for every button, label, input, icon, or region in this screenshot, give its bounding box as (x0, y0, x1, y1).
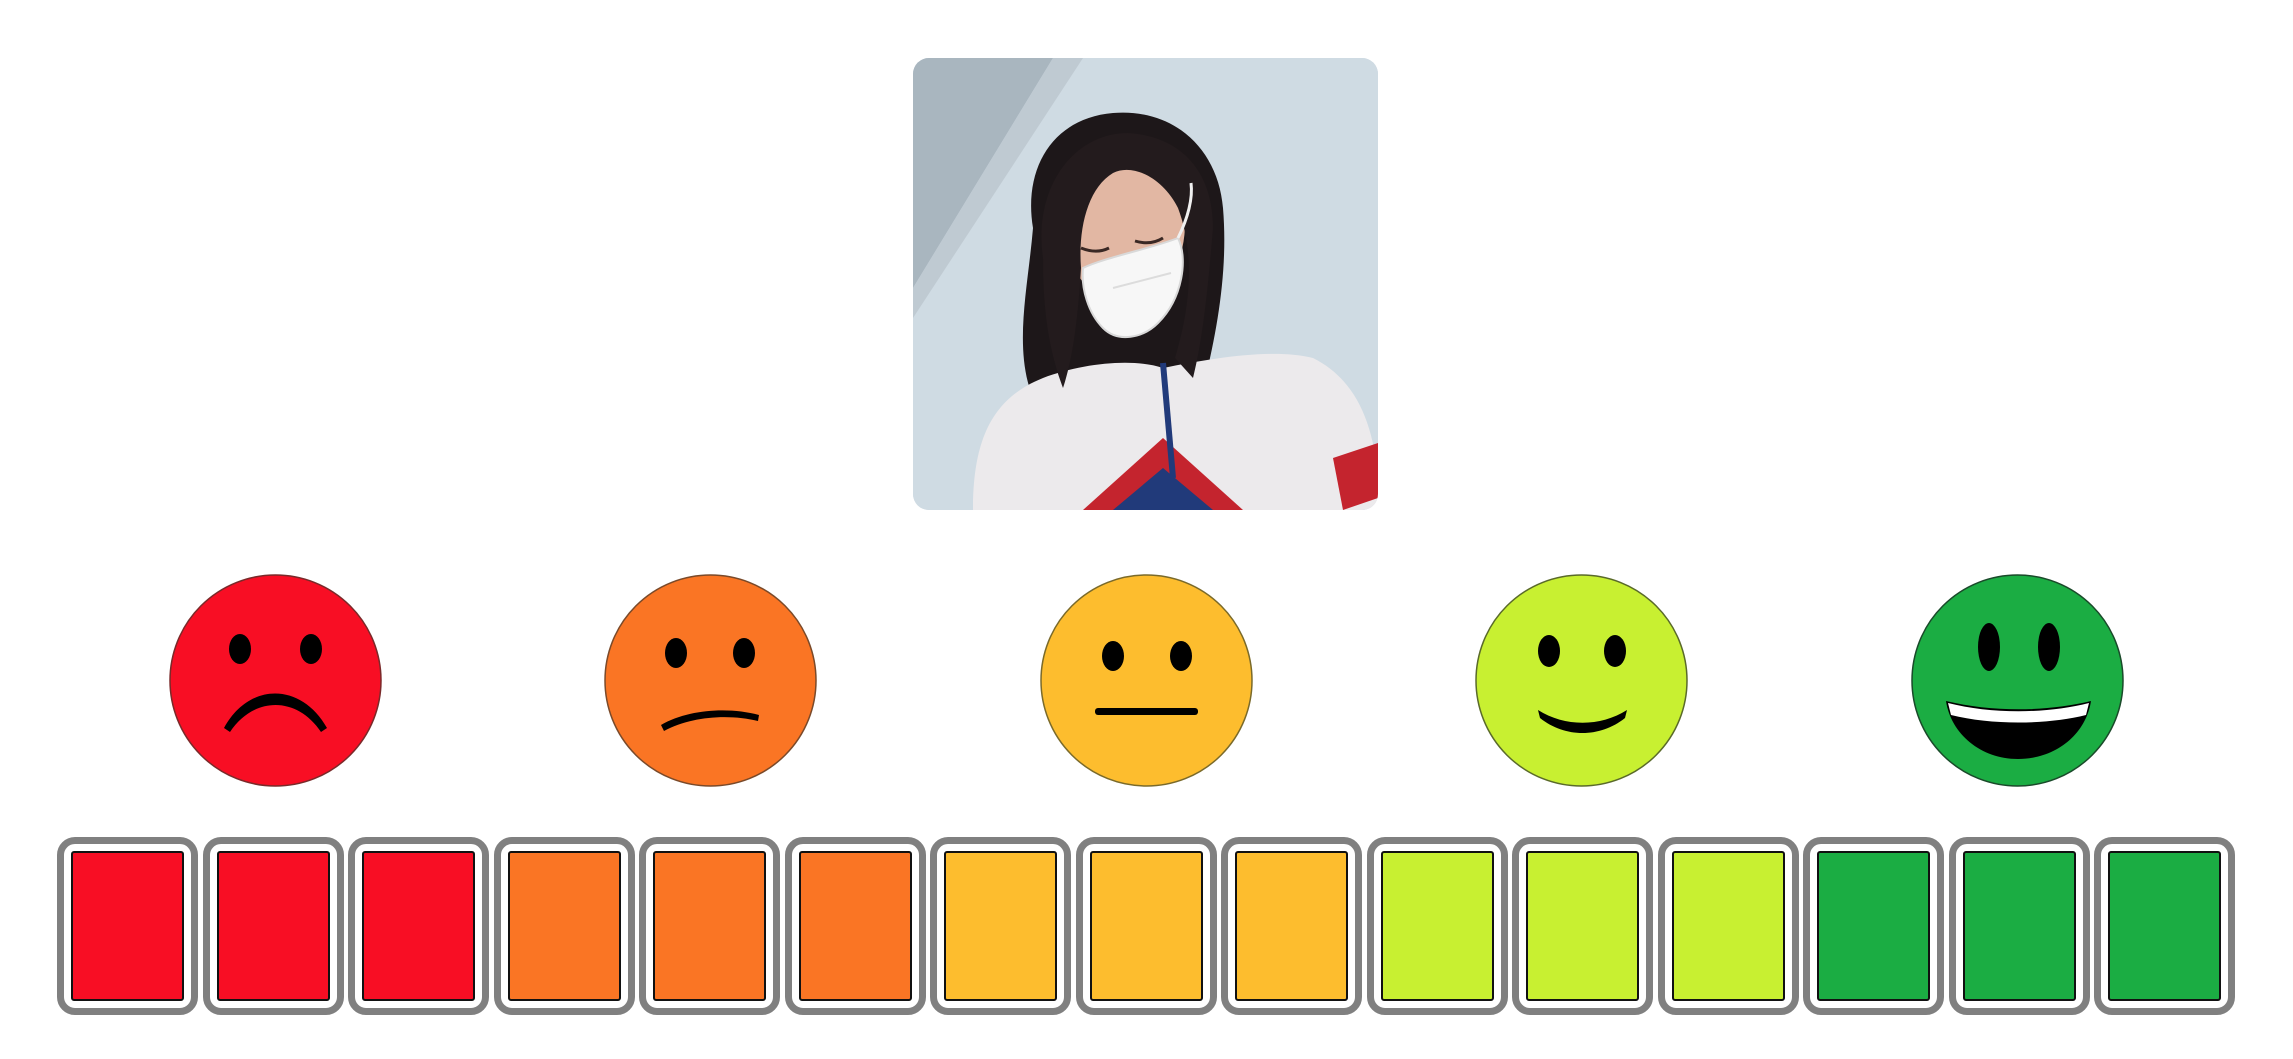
neutral-face-icon[interactable] (1040, 574, 1253, 787)
neutral-face-mouth (1095, 708, 1198, 715)
person-photo-illustration (913, 58, 1378, 510)
rating-scale-cell-10[interactable] (1367, 837, 1508, 1015)
sad-face-right-eye (733, 638, 755, 668)
rating-scale-cell-9[interactable] (1221, 837, 1362, 1015)
rating-scale-cell-fill (653, 851, 766, 1001)
rating-scale (57, 837, 2235, 1015)
rating-scale-cell-12[interactable] (1658, 837, 1799, 1015)
rating-scale-cell-fill (799, 851, 912, 1001)
very-sad-face-right-eye (300, 634, 322, 664)
happy-face-icon[interactable] (1475, 574, 1688, 787)
rating-scale-cell-fill (1963, 851, 2076, 1001)
rating-scale-cell-2[interactable] (203, 837, 344, 1015)
neutral-face-background (1040, 574, 1253, 787)
rating-scale-cell-fill (217, 851, 330, 1001)
happy-face-left-eye (1538, 635, 1560, 667)
rating-scale-cell-5[interactable] (639, 837, 780, 1015)
rating-scale-cell-11[interactable] (1512, 837, 1653, 1015)
rating-scale-cell-7[interactable] (930, 837, 1071, 1015)
rating-scale-cell-fill (1526, 851, 1639, 1001)
rating-scale-cell-fill (508, 851, 621, 1001)
happy-face-right-eye (1604, 635, 1626, 667)
rating-scale-cell-fill (2108, 851, 2221, 1001)
rating-scale-cell-fill (362, 851, 475, 1001)
rating-scale-cell-fill (1090, 851, 1203, 1001)
rating-scale-cell-fill (1672, 851, 1785, 1001)
rating-scale-cell-fill (1381, 851, 1494, 1001)
rating-scale-cell-fill (944, 851, 1057, 1001)
very-sad-face-background (169, 574, 382, 787)
very-happy-face-left-eye (1978, 623, 2000, 671)
rating-scale-cell-fill (1817, 851, 1930, 1001)
very-sad-face-icon[interactable] (169, 574, 382, 787)
neutral-face-left-eye (1102, 641, 1124, 671)
rating-scale-cell-4[interactable] (494, 837, 635, 1015)
neutral-face-right-eye (1170, 641, 1192, 671)
rating-scale-cell-6[interactable] (785, 837, 926, 1015)
rating-scale-cell-8[interactable] (1076, 837, 1217, 1015)
rating-scale-cell-fill (71, 851, 184, 1001)
happy-face-background (1475, 574, 1688, 787)
rating-scale-cell-fill (1235, 851, 1348, 1001)
rating-scale-cell-3[interactable] (348, 837, 489, 1015)
sad-face-background (604, 574, 817, 787)
person-photo (913, 58, 1378, 510)
rating-scale-cell-15[interactable] (2094, 837, 2235, 1015)
rating-scale-cell-1[interactable] (57, 837, 198, 1015)
rating-scale-cell-14[interactable] (1949, 837, 2090, 1015)
very-happy-face-right-eye (2038, 623, 2060, 671)
sad-face-icon[interactable] (604, 574, 817, 787)
very-sad-face-left-eye (229, 634, 251, 664)
very-happy-face-icon[interactable] (1911, 574, 2124, 787)
sad-face-left-eye (665, 638, 687, 668)
rating-scale-cell-13[interactable] (1803, 837, 1944, 1015)
